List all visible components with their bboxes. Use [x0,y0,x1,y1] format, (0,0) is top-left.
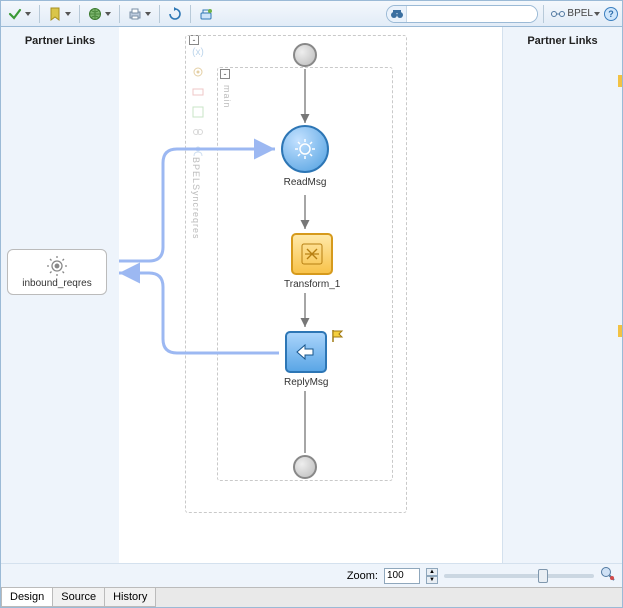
reply-node[interactable]: ReplyMsg [284,331,328,388]
partner-links-left: Partner Links [1,27,119,563]
transform-label: Transform_1 [284,279,340,290]
receive-node[interactable]: ReadMsg [281,125,329,188]
binoculars-icon[interactable] [387,5,407,23]
refresh-button[interactable] [165,5,185,23]
reply-square-icon [285,331,327,373]
zoom-label: Zoom: [347,570,378,582]
edge-marker-bottom [618,325,622,337]
zoom-spinner: ▲ ▼ [426,568,438,584]
search-input[interactable] [407,6,537,22]
partner-links-right-header: Partner Links [503,27,622,53]
help-button[interactable]: ? [604,7,618,21]
start-circle-icon [293,43,317,67]
gear-icon [47,256,67,276]
partner-links-right: Partner Links [502,27,622,563]
partner-link-node[interactable]: inbound_reqres [7,249,107,295]
validate-button[interactable] [5,5,34,23]
editor-tabs: Design Source History [1,587,622,607]
reply-label: ReplyMsg [284,377,328,388]
tab-design[interactable]: Design [1,588,53,607]
bpel-view-button[interactable]: BPEL [549,8,602,19]
transform-square-icon [291,233,333,275]
toolbar: BPEL ? [1,1,622,27]
chevron-down-icon [105,12,111,16]
zoom-bar: Zoom: ▲ ▼ [1,563,622,587]
print-button[interactable] [125,5,154,23]
partner-links-left-header: Partner Links [1,27,119,53]
chevron-down-icon [25,12,31,16]
chevron-down-icon [594,12,600,16]
zoom-reset-button[interactable] [600,566,616,585]
zoom-spin-up[interactable]: ▲ [426,568,438,576]
chevron-down-icon [65,12,71,16]
zoom-input[interactable] [384,568,420,584]
tab-source[interactable]: Source [52,588,105,607]
globe-button[interactable] [85,5,114,23]
zoom-slider-knob[interactable] [538,569,548,583]
design-canvas[interactable]: (x) - - main BPELSyncreqres [119,27,502,563]
bpel-label-text: BPEL [567,8,593,19]
receive-label: ReadMsg [281,177,329,188]
test-button[interactable] [196,5,216,23]
main-area: Partner Links (x) - - main BPELSyncreqre… [1,27,622,587]
search-box [386,5,538,23]
start-node[interactable] [293,43,317,67]
warning-flag-icon[interactable] [331,329,345,343]
tab-history[interactable]: History [104,588,156,607]
end-node[interactable] [293,455,317,479]
zoom-spin-down[interactable]: ▼ [426,576,438,584]
end-circle-icon [293,455,317,479]
zoom-slider[interactable] [444,574,594,578]
receive-circle-icon [281,125,329,173]
partner-link-label: inbound_reqres [22,278,92,289]
transform-node[interactable]: Transform_1 [284,233,340,290]
chevron-down-icon [145,12,151,16]
bookmark-button[interactable] [45,5,74,23]
edge-marker-top [618,75,622,87]
